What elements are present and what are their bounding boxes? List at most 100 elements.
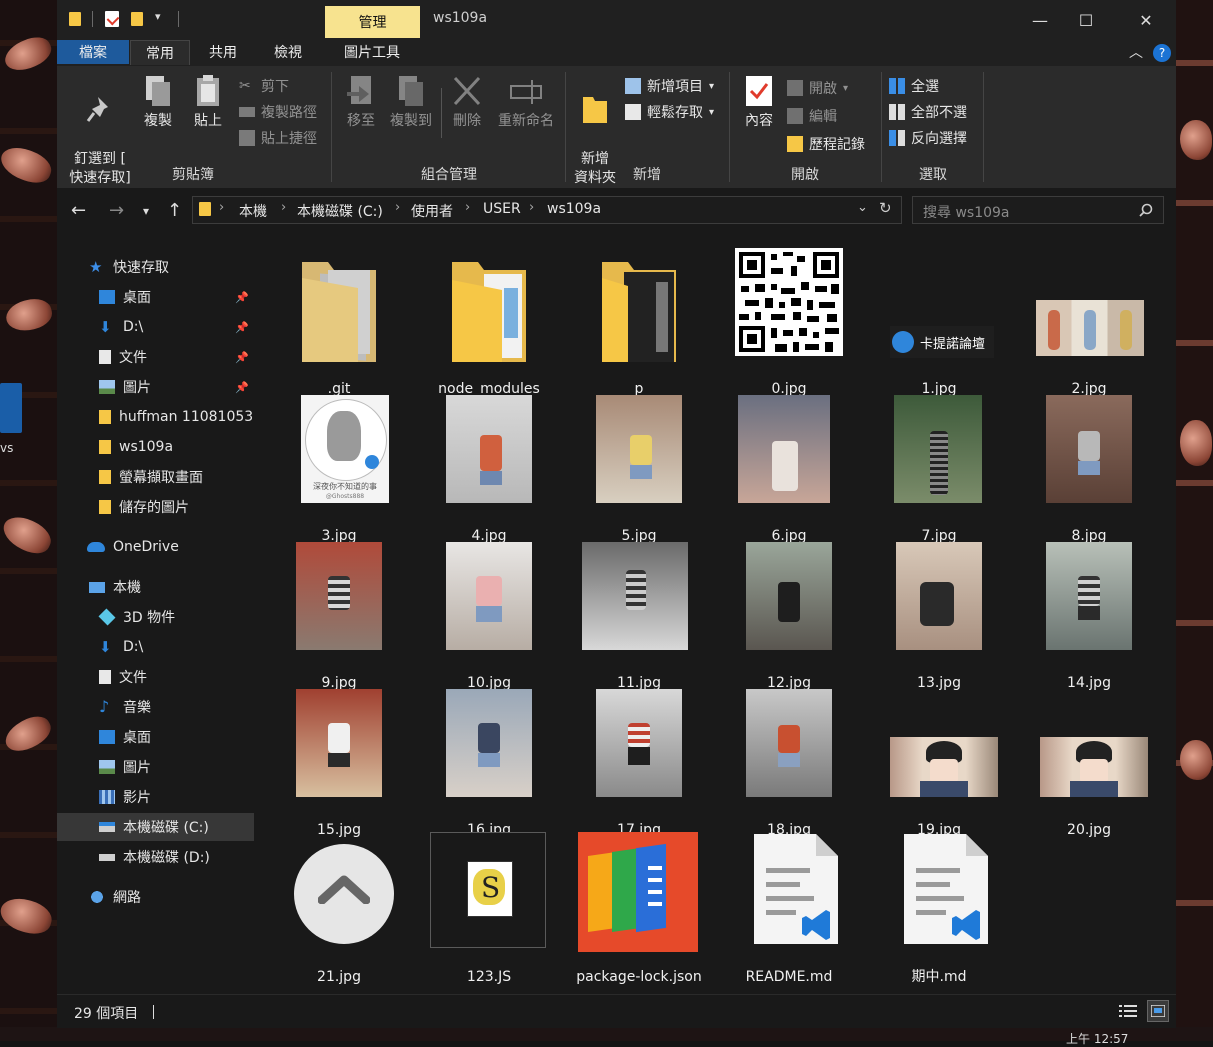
nav-3d-objects[interactable]: 3D 物件 <box>57 603 254 631</box>
paste-button[interactable]: 貼上 <box>187 74 229 131</box>
nav-quick-d-drive[interactable]: ⬇ D:\ 📌 <box>57 313 254 341</box>
desktop-vscode-icon[interactable] <box>0 383 22 433</box>
file-item-14-jpg[interactable]: 14.jpg <box>1014 542 1164 691</box>
nav-pc-desktop[interactable]: 桌面 <box>57 723 254 751</box>
rename-button[interactable]: 重新命名 <box>493 74 559 131</box>
copy-to-button[interactable]: 複製到 <box>385 74 437 131</box>
delete-button[interactable]: 刪除 <box>447 74 487 131</box>
copy-button[interactable]: 複製 <box>137 74 179 131</box>
file-item-11-jpg[interactable]: 11.jpg <box>564 542 714 691</box>
properties-quick-icon[interactable] <box>105 11 120 27</box>
file-item-16-jpg[interactable]: 16.jpg <box>414 689 564 838</box>
file-item-19-jpg[interactable]: 19.jpg <box>864 691 1014 838</box>
up-arrow-icon[interactable]: ↑ <box>167 200 182 221</box>
file-item-5-jpg[interactable]: 5.jpg <box>564 395 714 544</box>
tab-home[interactable]: 常用 <box>130 40 190 65</box>
nav-quick-desktop[interactable]: 桌面 📌 <box>57 283 254 311</box>
nav-c-drive[interactable]: 本機磁碟 (C:) <box>57 813 254 841</box>
nav-quick-ws109a[interactable]: ws109a <box>57 433 254 461</box>
file-item-git[interactable]: .git <box>264 250 414 397</box>
recent-locations-chevron-icon[interactable]: ▾ <box>143 204 149 218</box>
file-item-17-jpg[interactable]: 17.jpg <box>564 689 714 838</box>
new-item-button[interactable]: 新增項目 ▾ <box>625 76 714 96</box>
file-item-node-modules[interactable]: node_modules <box>414 250 564 397</box>
collapse-ribbon-icon[interactable]: ︿ <box>1129 42 1143 62</box>
breadcrumb-c-drive[interactable]: 本機磁碟 (C:) <box>297 201 383 221</box>
file-item-package-lock-json[interactable]: package-lock.json <box>564 832 714 988</box>
new-folder-quick-icon[interactable] <box>131 12 143 26</box>
copy-path-button[interactable]: 複製路徑 <box>239 102 317 122</box>
nav-onedrive[interactable]: OneDrive <box>57 533 254 561</box>
large-icons-view-icon[interactable] <box>1147 1000 1169 1022</box>
search-box[interactable]: 搜尋 ws109a <box>912 196 1164 224</box>
file-item-0-jpg[interactable]: 0.jpg <box>714 248 864 397</box>
file-item-18-jpg[interactable]: 18.jpg <box>714 689 864 838</box>
nav-pc-music[interactable]: ♪ 音樂 <box>57 693 254 721</box>
nav-quick-screenshots[interactable]: 螢幕擷取畫面 <box>57 463 254 491</box>
forward-arrow-icon[interactable]: → <box>109 200 124 221</box>
nav-pc-d-drive[interactable]: ⬇ D:\ <box>57 633 254 661</box>
edit-button[interactable]: 編輯 <box>787 106 837 126</box>
tab-share[interactable]: 共用 <box>197 40 249 64</box>
file-item-13-jpg[interactable]: 13.jpg <box>864 542 1014 691</box>
details-view-icon[interactable] <box>1119 1003 1137 1019</box>
quick-access-dropdown-icon[interactable]: ▾ <box>155 10 161 28</box>
file-item-10-jpg[interactable]: 10.jpg <box>414 542 564 691</box>
nav-pc-documents[interactable]: 文件 <box>57 663 254 691</box>
file-item-2-jpg[interactable]: 2.jpg <box>1014 250 1164 397</box>
select-none-button[interactable]: 全部不選 <box>889 102 967 122</box>
close-button[interactable]: ✕ <box>1123 6 1169 34</box>
help-icon[interactable]: ? <box>1153 44 1171 62</box>
breadcrumb-ws109a[interactable]: ws109a <box>547 201 601 217</box>
file-item-4-jpg[interactable]: 4.jpg <box>414 395 564 544</box>
cut-button[interactable]: ✂ 剪下 <box>239 76 289 96</box>
file-item-15-jpg[interactable]: 15.jpg <box>264 689 414 838</box>
file-item-20-jpg[interactable]: 20.jpg <box>1014 691 1164 838</box>
tab-manage[interactable]: 管理 <box>325 6 420 38</box>
taskbar-clock[interactable]: 上午 12:57 <box>1066 1030 1128 1047</box>
paste-shortcut-button[interactable]: 貼上捷徑 <box>239 128 317 148</box>
search-input[interactable]: 搜尋 ws109a <box>923 202 1010 222</box>
file-item-readme-md[interactable]: README.md <box>714 834 864 988</box>
back-arrow-icon[interactable]: ← <box>71 200 86 221</box>
nav-network[interactable]: 網路 <box>57 883 254 911</box>
file-item-7-jpg[interactable]: 7.jpg <box>864 395 1014 544</box>
properties-button[interactable]: 內容 <box>737 74 781 131</box>
nav-quick-saved-pictures[interactable]: 儲存的圖片 <box>57 493 254 521</box>
nav-quick-huffman[interactable]: huffman 11081053 <box>57 403 254 431</box>
file-item-1-jpg[interactable]: 卡提諾論壇 1.jpg <box>864 250 1014 397</box>
breadcrumb-users[interactable]: 使用者 <box>411 201 453 221</box>
easy-access-button[interactable]: 輕鬆存取 ▾ <box>625 102 714 122</box>
select-all-button[interactable]: 全選 <box>889 76 939 96</box>
move-to-button[interactable]: 移至 <box>341 74 381 131</box>
open-button[interactable]: 開啟 ▾ <box>787 78 848 98</box>
nav-pc-videos[interactable]: 影片 <box>57 783 254 811</box>
file-item-9-jpg[interactable]: 9.jpg <box>264 542 414 691</box>
nav-pc-pictures[interactable]: 圖片 <box>57 753 254 781</box>
file-item-8-jpg[interactable]: 8.jpg <box>1014 395 1164 544</box>
file-item-p[interactable]: p <box>564 250 714 397</box>
invert-selection-button[interactable]: 反向選擇 <box>889 128 967 148</box>
history-button[interactable]: 歷程記錄 <box>787 134 865 154</box>
nav-quick-documents[interactable]: 文件 📌 <box>57 343 254 371</box>
file-item-123-js[interactable]: S 123.JS <box>414 832 564 988</box>
nav-this-pc[interactable]: 本機 <box>57 573 254 601</box>
maximize-button[interactable]: ☐ <box>1063 6 1109 34</box>
file-item-6-jpg[interactable]: 6.jpg <box>714 395 864 544</box>
address-dropdown-chevron-icon[interactable]: ⌄ <box>857 200 868 215</box>
refresh-icon[interactable]: ↻ <box>879 199 892 217</box>
file-item-3-jpg[interactable]: 深夜你不知道的事 @Ghosts888 3.jpg <box>264 395 414 544</box>
breadcrumb-this-pc[interactable]: 本機 <box>239 201 267 221</box>
address-bar[interactable]: › 本機 › 本機磁碟 (C:) › 使用者 › USER › ws109a ⌄… <box>192 196 902 224</box>
tab-file[interactable]: 檔案 <box>57 40 129 64</box>
minimize-button[interactable]: — <box>1017 6 1063 34</box>
breadcrumb-user[interactable]: USER <box>483 201 521 217</box>
file-item-midterm-md[interactable]: 期中.md <box>864 834 1014 988</box>
file-item-12-jpg[interactable]: 12.jpg <box>714 542 864 691</box>
file-item-21-jpg[interactable]: 21.jpg <box>264 838 414 988</box>
nav-quick-pictures[interactable]: 圖片 📌 <box>57 373 254 401</box>
tab-picture-tools[interactable]: 圖片工具 <box>329 40 415 64</box>
nav-quick-access[interactable]: ★ 快速存取 <box>57 253 254 281</box>
nav-d-drive[interactable]: 本機磁碟 (D:) <box>57 843 254 871</box>
tab-view[interactable]: 檢視 <box>262 40 314 64</box>
